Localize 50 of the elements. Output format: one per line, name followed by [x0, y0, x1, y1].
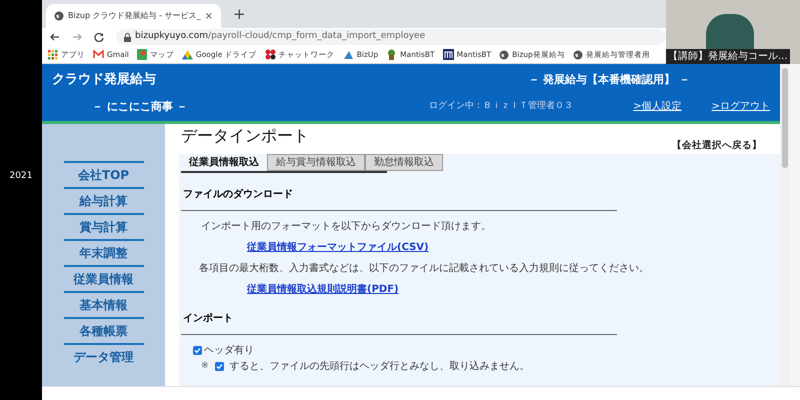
- back-link[interactable]: 【会社選択へ戻る】: [672, 140, 762, 152]
- browser-tab[interactable]: Bizup クラウド発展給与 - サービス_ ×: [46, 4, 221, 28]
- sidebar-menu-item[interactable]: 各種帳票: [64, 317, 144, 343]
- flower-icon: [264, 49, 276, 60]
- reload-icon[interactable]: [94, 32, 104, 42]
- environment-label: － 発展給与【本番機確認用】 －: [528, 72, 690, 88]
- url-field[interactable]: bizupkyuyo.com/payroll-cloud/cmp_form_data_import_employee: [116, 29, 666, 45]
- page-title: データインポート: [181, 126, 309, 146]
- header-link[interactable]: >ログアウト: [712, 99, 770, 114]
- sidebar-menu-item[interactable]: 従業員情報: [64, 265, 144, 291]
- sidebar-menu-item[interactable]: 給与計算: [64, 187, 144, 213]
- note-mark: ※: [201, 360, 209, 373]
- sidebar-menu-item[interactable]: 年末調整: [64, 239, 144, 265]
- header-checkbox[interactable]: ヘッダ有り: [193, 343, 254, 358]
- globe-icon: [499, 50, 510, 60]
- section-heading: インポート: [183, 312, 234, 326]
- sidebar-menu-item[interactable]: 会社TOP: [64, 161, 144, 187]
- checked-box-icon: [214, 362, 224, 371]
- lock-icon: [124, 32, 131, 42]
- login-status: ログイン中：ＢｉｚＩＴ管理者０３: [429, 100, 574, 113]
- new-tab-button[interactable]: +: [232, 2, 246, 25]
- import-tab[interactable]: 給与賞与情報取込: [267, 154, 365, 171]
- mail-icon: [93, 50, 104, 59]
- map-pin-icon: [136, 49, 147, 60]
- back-arrow-icon[interactable]: [50, 32, 60, 42]
- sidebar-menu-item[interactable]: データ管理: [64, 343, 144, 369]
- sidebar-menu-item[interactable]: 賞与計算: [64, 213, 144, 239]
- bug-icon: [386, 49, 398, 60]
- photo-placeholder: [706, 14, 754, 50]
- tab-title: Bizup クラウド発展給与 - サービス_: [68, 10, 201, 22]
- globe-icon: [572, 50, 583, 60]
- import-tab[interactable]: 勤怠情報取込: [365, 154, 443, 171]
- intro-text: インポート用のフォーマットを以下からダウンロード頂けます。: [201, 220, 492, 234]
- format-file-link[interactable]: 従業員情報フォーマットファイル(CSV): [247, 240, 429, 255]
- side-text: 2021: [10, 170, 32, 183]
- checkbox[interactable]: [193, 346, 202, 355]
- letter-m-icon: [442, 49, 454, 60]
- header-link[interactable]: >個人設定: [633, 99, 682, 114]
- note-text: すると、ファイルの先頭行はヘッダ行とみなし、取り込みません。: [230, 360, 530, 374]
- rules-text: 各項目の最大桁数、入力書式などは、以下のファイルに記載されている入力規則に従ってください。: [199, 262, 650, 276]
- rules-file-link[interactable]: 従業員情報取込規則説明書(PDF): [247, 282, 399, 297]
- tab-close-button[interactable]: ×: [204, 8, 213, 24]
- triangle-icon: [182, 50, 193, 60]
- sidebar-menu-item[interactable]: 基本情報: [64, 291, 144, 317]
- video-caption: 【講師】発展給与コール...: [666, 49, 790, 64]
- apps-grid-icon: [48, 50, 58, 60]
- globe-icon: [54, 11, 64, 21]
- section-heading: ファイルのダウンロード: [183, 188, 294, 202]
- company-name: － にこにこ商事 －: [92, 98, 188, 114]
- site-logo: クラウド発展給与: [52, 71, 156, 89]
